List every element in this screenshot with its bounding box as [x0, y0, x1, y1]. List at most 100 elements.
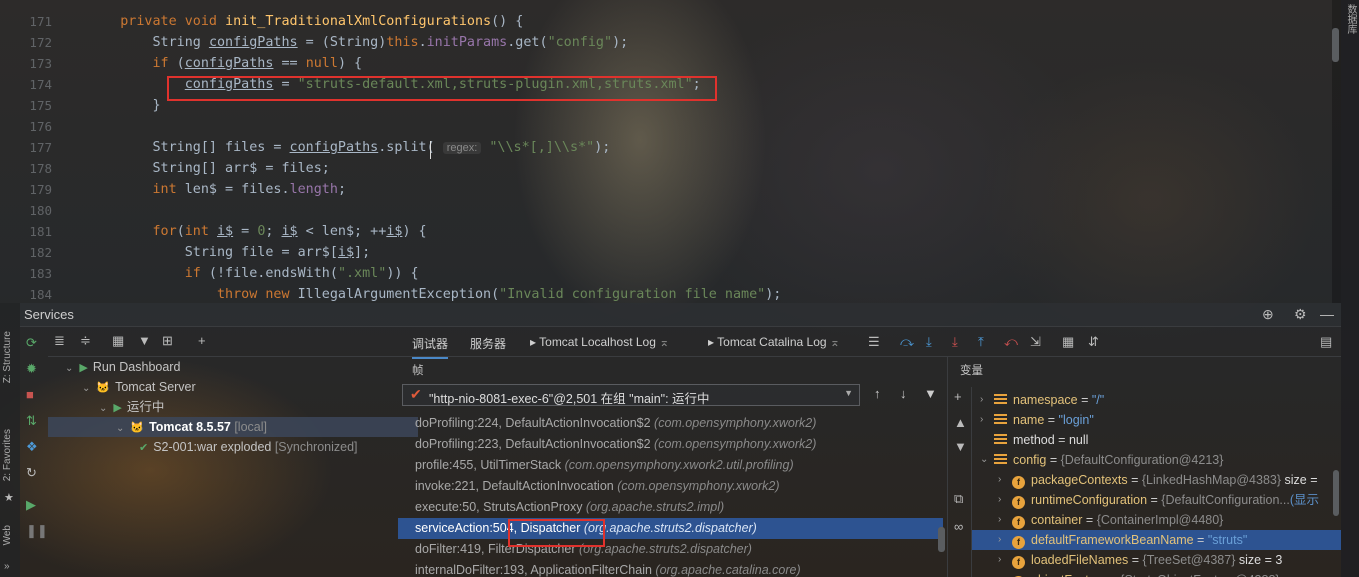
- star-icon[interactable]: ★: [4, 491, 14, 504]
- tab-tomcat-localhost-log[interactable]: ▸ Tomcat Localhost Log ⌅: [530, 335, 669, 349]
- rerun-icon[interactable]: ⟳: [26, 335, 37, 351]
- tab-debugger[interactable]: 调试器: [412, 335, 449, 359]
- variable-row[interactable]: › fobjectFactory = {StrutsObjectFactory@4…: [972, 570, 1341, 577]
- chevron-down-icon[interactable]: ⌄: [99, 403, 107, 414]
- stack-frame[interactable]: internalDoFilter:193, ApplicationFilterC…: [398, 560, 943, 577]
- tab-tomcat-catalina-log[interactable]: ▸ Tomcat Catalina Log ⌅: [708, 335, 840, 349]
- show-execution-point-icon[interactable]: ⤼: [900, 334, 914, 350]
- chevron-right-icon[interactable]: ›: [998, 510, 1001, 530]
- new-tab-icon[interactable]: ⊞: [162, 333, 173, 349]
- stack-frame[interactable]: doProfiling:223, DefaultActionInvocation…: [398, 434, 943, 455]
- run-to-cursor-icon[interactable]: ⇲: [1030, 334, 1041, 350]
- expand-all-icon[interactable]: ≣: [54, 333, 65, 349]
- filter-icon[interactable]: ▼: [924, 386, 937, 401]
- variables-scrollbar-thumb[interactable]: [1333, 470, 1339, 516]
- variable-row[interactable]: ⌄ config = {DefaultConfiguration@4213}: [972, 450, 1341, 470]
- glasses-icon[interactable]: ∞: [954, 519, 963, 534]
- code-line[interactable]: }: [88, 98, 160, 113]
- web-tab[interactable]: Web: [2, 525, 13, 545]
- show-link[interactable]: (显示: [1290, 493, 1319, 507]
- chevron-right-icon[interactable]: ›: [998, 470, 1001, 490]
- code-line[interactable]: throw new IllegalArgumentException("Inva…: [88, 287, 781, 302]
- chevron-right-icon[interactable]: ›: [998, 550, 1001, 570]
- code-line[interactable]: String[] files = configPaths.split( rege…: [88, 140, 610, 155]
- stack-frame[interactable]: doProfiling:224, DefaultActionInvocation…: [398, 413, 943, 434]
- chevron-down-icon[interactable]: ⌄: [65, 363, 73, 374]
- variable-row[interactable]: › f defaultFrameworkBeanName = "struts": [972, 530, 1341, 550]
- chevron-right-icon[interactable]: ›: [998, 530, 1001, 550]
- layout-icon[interactable]: ▤: [1320, 334, 1332, 350]
- database-tab[interactable]: 数据库: [1343, 4, 1358, 34]
- variable-row[interactable]: › f container = {ContainerImpl@4480}: [972, 510, 1341, 530]
- gear-icon[interactable]: ⚙: [1294, 306, 1307, 323]
- chevron-down-icon[interactable]: ⌄: [82, 383, 90, 394]
- target-icon[interactable]: ⊕: [1262, 306, 1274, 323]
- code-line[interactable]: String configPaths = (String)this.initPa…: [88, 35, 628, 50]
- tree-node[interactable]: ⌄ 🐱 Tomcat Server: [48, 377, 196, 397]
- code-line[interactable]: if (configPaths == null) {: [88, 56, 363, 71]
- code-line[interactable]: for(int i$ = 0; i$ < len$; ++i$) {: [88, 224, 427, 239]
- stop-icon[interactable]: ■: [26, 387, 34, 402]
- move-down-icon[interactable]: ▼: [954, 439, 967, 454]
- refresh-icon[interactable]: ↻: [26, 465, 37, 481]
- code-line[interactable]: String[] arr$ = files;: [88, 161, 329, 176]
- view-icon[interactable]: ❖: [26, 439, 38, 455]
- stack-frame[interactable]: profile:455, UtilTimerStack (com.opensym…: [398, 455, 943, 476]
- filter-icon[interactable]: ▼: [138, 333, 151, 348]
- evaluate-icon[interactable]: ▦: [1062, 334, 1074, 350]
- minimize-icon[interactable]: —: [1320, 306, 1334, 322]
- chevron-right-icon[interactable]: ›: [998, 570, 1001, 577]
- variable-row[interactable]: › f packageContexts = {LinkedHashMap@4383}…: [972, 470, 1341, 490]
- chevron-down-icon[interactable]: ⌄: [116, 423, 124, 434]
- chevron-right-icon[interactable]: ⌄: [980, 450, 988, 470]
- editor-scrollbar-thumb[interactable]: [1332, 28, 1339, 62]
- tree-node[interactable]: ⌄ ▶ 运行中: [48, 397, 164, 417]
- code-line[interactable]: int len$ = files.length;: [88, 182, 347, 197]
- code-editor[interactable]: 171 private void init_TraditionalXmlConf…: [0, 0, 1341, 303]
- copy-icon[interactable]: ⧉: [954, 491, 963, 507]
- pause-icon[interactable]: ❚❚: [26, 523, 48, 539]
- code-line[interactable]: String file = arr$[i$];: [88, 245, 370, 260]
- stack-frame[interactable]: execute:50, StrutsActionProxy (org.apach…: [398, 497, 943, 518]
- debug-icon[interactable]: ✹: [26, 361, 37, 377]
- tree-node[interactable]: ✔ S2-001:war exploded [Synchronized]: [48, 437, 358, 457]
- tree-node[interactable]: ⌄ ▶ Run Dashboard: [48, 357, 180, 377]
- thread-selector[interactable]: ✔ "http-nio-8081-exec-6"@2,501 在组 "main"…: [402, 384, 860, 406]
- step-over-icon[interactable]: ⤓: [926, 334, 932, 350]
- collapse-all-icon[interactable]: ≑: [80, 333, 91, 349]
- code-line[interactable]: if (!file.endsWith(".xml")) {: [88, 266, 419, 281]
- move-up-icon[interactable]: ▲: [954, 415, 967, 430]
- structure-tab[interactable]: Z: Structure: [2, 331, 13, 383]
- menu-icon[interactable]: ☰: [868, 334, 880, 350]
- variable-row[interactable]: › name = "login": [972, 410, 1341, 430]
- group-icon[interactable]: ▦: [112, 333, 124, 349]
- stack-frame[interactable]: serviceAction:504, Dispatcher (org.apach…: [398, 518, 943, 539]
- deploy-icon[interactable]: ⇅: [26, 413, 37, 429]
- favorites-tab[interactable]: 2: Favorites: [2, 429, 13, 481]
- variable-row[interactable]: › f runtimeConfiguration = {DefaultConfigu…: [972, 490, 1341, 510]
- tab-server[interactable]: 服务器: [470, 335, 506, 352]
- variable-value: {DefaultConfiguration@4213}: [1060, 453, 1224, 467]
- chevron-right-icon[interactable]: ›: [998, 490, 1001, 510]
- stack-frame[interactable]: invoke:221, DefaultActionInvocation (com…: [398, 476, 943, 497]
- resume-icon[interactable]: ▶: [26, 497, 36, 513]
- stack-frame[interactable]: doFilter:419, FilterDispatcher (org.apac…: [398, 539, 943, 560]
- arrow-down-icon[interactable]: ↓: [900, 386, 907, 401]
- chevron-right-icon[interactable]: ›: [980, 410, 983, 430]
- tree-node[interactable]: ⌄ 🐱 Tomcat 8.5.57 [local]: [48, 417, 418, 437]
- trace-icon[interactable]: ⇵: [1088, 334, 1099, 350]
- arrow-up-icon[interactable]: ↑: [874, 386, 881, 401]
- add-icon[interactable]: +: [198, 333, 206, 348]
- code-line[interactable]: private void init_TraditionalXmlConfigur…: [88, 14, 523, 29]
- frames-scrollbar-thumb[interactable]: [938, 527, 945, 552]
- drop-frame-icon[interactable]: ⤺: [1004, 334, 1018, 350]
- editor-scrollbar[interactable]: [1332, 0, 1341, 303]
- add-watch-icon[interactable]: +: [954, 389, 962, 404]
- variable-row[interactable]: › namespace = "/": [972, 390, 1341, 410]
- more-icon[interactable]: »: [4, 561, 10, 572]
- chevron-right-icon[interactable]: ›: [980, 390, 983, 410]
- step-out-icon[interactable]: ⤒: [978, 334, 984, 350]
- variable-row[interactable]: › f loadedFileNames = {TreeSet@4387} size …: [972, 550, 1341, 570]
- step-into-icon[interactable]: ⤓: [952, 334, 958, 350]
- variable-row[interactable]: method = null: [972, 430, 1341, 450]
